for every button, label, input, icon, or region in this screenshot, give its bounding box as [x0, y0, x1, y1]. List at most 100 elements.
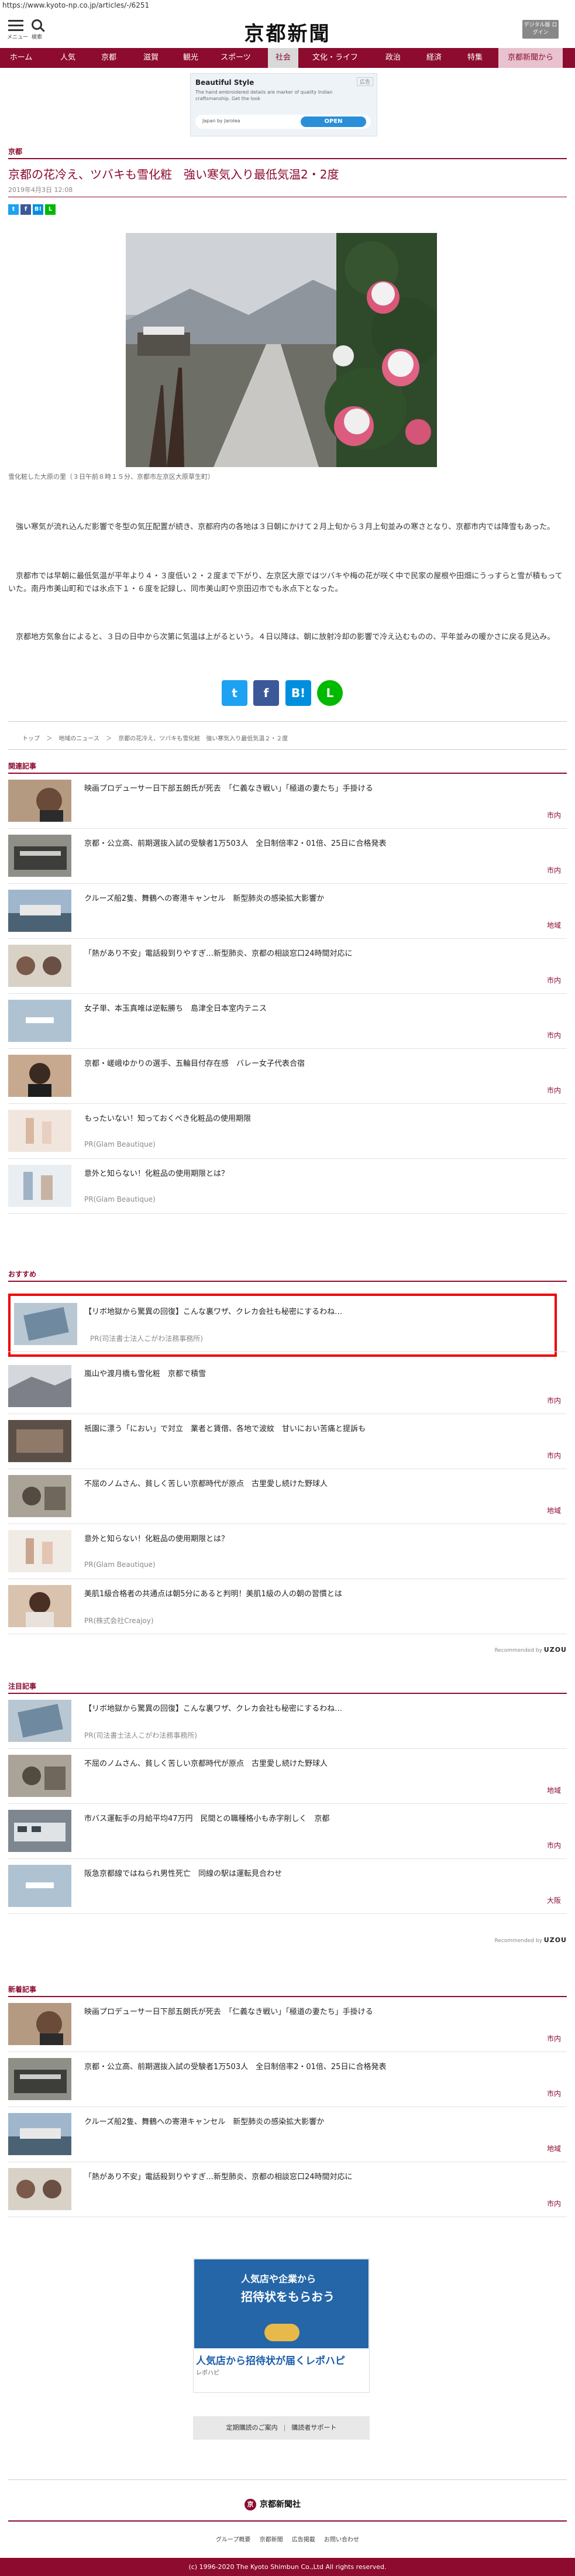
nav-tourism[interactable]: 観光 — [171, 48, 211, 68]
nav-shiga[interactable]: 滋賀 — [130, 48, 172, 68]
ad-cta-bar[interactable]: Japan by Jarolea OPEN — [195, 115, 371, 129]
attention-item[interactable]: 阪急京都線ではねられ男性死亡 同線の駅は運転見合わせ 大阪 — [8, 1859, 567, 1914]
support-link[interactable]: 購読者サポート — [291, 2424, 336, 2431]
recommend-item[interactable]: 【リボ地獄から驚異の回復】こんな裏ワザ、クレカ会社も秘密にするわね… PR(司法… — [8, 1297, 567, 1352]
nav-home[interactable]: ホーム — [0, 48, 42, 68]
recommend-item[interactable]: 祇園に漂う「におい」で対立 業者と賃借、各地で波紋 甘いにおい苦痛と提訴も 市内 — [8, 1414, 567, 1469]
article-link[interactable]: 不屈のノムさん、貧しく苦しい京都時代が原点 古里愛し続けた野球人 — [84, 1757, 552, 1768]
thumbnail — [8, 1530, 71, 1572]
article-photo — [126, 233, 437, 467]
recommended-by-label: Recommended by — [494, 1648, 542, 1654]
article-link[interactable]: もったいない！知っておくべき化粧品の使用期限 — [84, 1112, 552, 1123]
latest-item[interactable]: クルーズ船2隻、舞鶴への寄港キャンセル 新型肺炎の感染拡大影響か 地域 — [8, 2107, 567, 2162]
ad-open-button[interactable]: OPEN — [301, 116, 366, 127]
share-twitter-icon[interactable]: t — [8, 204, 19, 215]
article-link[interactable]: クルーズ船2隻、舞鶴への寄港キャンセル 新型肺炎の感染拡大影響か — [84, 892, 552, 903]
area-tag: 市内 — [546, 1031, 561, 1040]
nav-society[interactable]: 社会 — [268, 48, 298, 68]
article-link[interactable]: 「熱があり不安」電話殺到りやすぎ…新型肺炎、京都の相談窓口24時間対応に — [84, 947, 552, 958]
article-link[interactable]: 意外と知らない！化粧品の使用期限とは？ — [84, 1167, 552, 1178]
recommend-item[interactable]: 意外と知らない！化粧品の使用期限とは？ PR(Glam Beautique) — [8, 1524, 567, 1579]
latest-item[interactable]: 京都・公立高、前期選抜入試の受験者1万503人 全日制倍率2・01倍、25日に合… — [8, 2052, 567, 2107]
latest-item[interactable]: 映画プロデューサー日下部五朗氏が死去 「仁義なき戦い」「極道の妻たち」手掛ける … — [8, 1997, 567, 2052]
nav-culture[interactable]: 文化・ライフ — [303, 48, 367, 68]
share-hatena-icon[interactable]: B! — [33, 204, 43, 215]
article-link[interactable]: 「熱があり不安」電話殺到りやすぎ…新型肺炎、京都の相談窓口24時間対応に — [84, 2170, 552, 2181]
area-tag: 市内 — [546, 1841, 561, 1850]
bottom-ad-banner[interactable]: 人気店や企業から 招待状をもらおう 人気店から招待状が届くレポハピ レポハピ — [193, 2258, 370, 2393]
article-link[interactable]: 祇園に漂う「におい」で対立 業者と賃借、各地で波紋 甘いにおい苦痛と提訴も — [84, 1422, 552, 1433]
share-twitter-button[interactable]: t — [222, 680, 247, 706]
article-link[interactable]: 嵐山や渡月橋も雪化粧 京都で積雪 — [84, 1367, 552, 1378]
ad-headline[interactable]: 人気店から招待状が届くレポハピ — [196, 2352, 345, 2367]
section-heading-attention: 注目記事 — [8, 1682, 37, 1690]
footer-link[interactable]: 広告掲載 — [292, 2537, 315, 2543]
thumbnail — [8, 890, 71, 932]
breadcrumb-top[interactable]: トップ — [22, 736, 40, 742]
divider — [8, 158, 567, 159]
recommend-item[interactable]: 不屈のノムさん、貧しく苦しい京都時代が原点 古里愛し続けた野球人 地域 — [8, 1469, 567, 1524]
subscription-link[interactable]: 定期購読のご案内 — [226, 2424, 278, 2431]
nav-popular[interactable]: 人気 — [48, 48, 88, 68]
article-link[interactable]: 意外と知らない！化粧品の使用期限とは？ — [84, 1532, 552, 1543]
article-link[interactable]: 美肌1級合格者の共通点は朝5分にあると判明！美肌1級の人の朝の習慣とは — [84, 1587, 552, 1599]
article-link[interactable]: 市バス運転手の月給平均47万円 民間との職種格小も赤字削しく 京都 — [84, 1812, 552, 1823]
article-link[interactable]: 【リボ地獄から驚異の回復】こんな裏ワザ、クレカ会社も秘密にするわね… — [84, 1702, 552, 1713]
menu-icon[interactable] — [8, 20, 23, 34]
related-item[interactable]: 京都・公立高、前期選抜入試の受験者1万503人 全日制倍率2・01倍、25日に合… — [8, 829, 567, 884]
article-link[interactable]: 不屈のノムさん、貧しく苦しい京都時代が原点 古里愛し続けた野球人 — [84, 1477, 552, 1488]
menu-label: メニュー — [7, 35, 29, 40]
nav-politics[interactable]: 政治 — [378, 48, 408, 68]
digital-login-button[interactable]: デジタル版 ログイン — [522, 20, 559, 39]
article-link[interactable]: 女子単、本玉真唯は逆転勝ち 島津全日本室内テニス — [84, 1002, 552, 1013]
recommend-item[interactable]: 嵐山や渡月橋も雪化粧 京都で積雪 市内 — [8, 1359, 567, 1414]
recommend-item[interactable]: 美肌1級合格者の共通点は朝5分にあると判明！美肌1級の人の朝の習慣とは PR(株… — [8, 1579, 567, 1634]
related-item[interactable]: 映画プロデューサー日下部五朗氏が死去 「仁義なき戦い」「極道の妻たち」手掛ける … — [8, 774, 567, 829]
nav-features[interactable]: 特集 — [457, 48, 493, 68]
related-item[interactable]: クルーズ船2隻、舞鶴への寄港キャンセル 新型肺炎の感染拡大影響か 地域 — [8, 884, 567, 939]
pr-label: PR(Glam Beautique) — [84, 1195, 156, 1203]
share-line-icon[interactable]: L — [45, 204, 56, 215]
thumbnail — [8, 1365, 71, 1407]
area-tag: 地域 — [546, 921, 561, 929]
recommended-by[interactable]: Recommended by UZOU — [494, 1646, 567, 1654]
nav-from-kyoto-np[interactable]: 京都新聞から — [498, 48, 563, 68]
share-line-button[interactable]: L — [317, 680, 343, 706]
thumbnail — [8, 945, 71, 987]
top-ad-banner[interactable]: 広告 Beautiful Style The hand embroidered … — [190, 73, 377, 136]
article-link[interactable]: 京都・公立高、前期選抜入試の受験者1万503人 全日制倍率2・01倍、25日に合… — [84, 2060, 552, 2071]
article-link[interactable]: クルーズ船2隻、舞鶴への寄港キャンセル 新型肺炎の感染拡大影響か — [84, 2115, 552, 2126]
related-item[interactable]: 意外と知らない！化粧品の使用期限とは？ PR(Glam Beautique) — [8, 1159, 567, 1214]
share-facebook-button[interactable]: f — [253, 680, 279, 706]
share-facebook-icon[interactable]: f — [20, 204, 31, 215]
ad-title: Beautiful Style — [195, 78, 254, 87]
nav-kyoto[interactable]: 京都 — [89, 48, 129, 68]
breadcrumb-sep: ＞ — [106, 736, 112, 742]
breadcrumb-local-news[interactable]: 地域のニュース — [58, 736, 99, 742]
footer-link[interactable]: お問い合わせ — [324, 2537, 359, 2543]
latest-item[interactable]: 「熱があり不安」電話殺到りやすぎ…新型肺炎、京都の相談窓口24時間対応に 市内 — [8, 2162, 567, 2217]
ad-line: 招待状をもらおう — [241, 2290, 335, 2304]
related-item[interactable]: 女子単、本玉真唯は逆転勝ち 島津全日本室内テニス 市内 — [8, 994, 567, 1049]
related-item[interactable]: 京都・嵯峨ゆかりの選手、五輪目付存在感 バレー女子代表合宿 市内 — [8, 1049, 567, 1104]
attention-item[interactable]: 不屈のノムさん、貧しく苦しい京都時代が原点 古里愛し続けた野球人 地域 — [8, 1749, 567, 1804]
article-link[interactable]: 映画プロデューサー日下部五朗氏が死去 「仁義なき戦い」「極道の妻たち」手掛ける — [84, 782, 552, 793]
attention-item[interactable]: 市バス運転手の月給平均47万円 民間との職種格小も赤字削しく 京都 市内 — [8, 1804, 567, 1859]
related-item[interactable]: もったいない！知っておくべき化粧品の使用期限 PR(Glam Beautique… — [8, 1104, 567, 1159]
related-item[interactable]: 「熱があり不安」電話殺到りやすぎ…新型肺炎、京都の相談窓口24時間対応に 市内 — [8, 939, 567, 994]
attention-item[interactable]: 【リボ地獄から驚異の回復】こんな裏ワザ、クレカ会社も秘密にするわね… PR(司法… — [8, 1694, 567, 1749]
footer-link[interactable]: 京都新聞 — [260, 2537, 283, 2543]
footer-link[interactable]: グループ概要 — [216, 2537, 250, 2543]
article-link[interactable]: 京都・公立高、前期選抜入試の受験者1万503人 全日制倍率2・01倍、25日に合… — [84, 837, 552, 848]
footer-logo[interactable]: 京京都新聞社 — [245, 2498, 301, 2510]
article-link[interactable]: 京都・嵯峨ゆかりの選手、五輪目付存在感 バレー女子代表合宿 — [84, 1057, 552, 1068]
nav-economy[interactable]: 経済 — [416, 48, 452, 68]
pr-label: PR(司法書士法人こがわ法務事務所) — [90, 1335, 203, 1343]
share-hatena-button[interactable]: B! — [285, 680, 311, 706]
article-link[interactable]: 映画プロデューサー日下部五朗氏が死去 「仁義なき戦い」「極道の妻たち」手掛ける — [84, 2005, 552, 2016]
recommended-by[interactable]: Recommended by UZOU — [494, 1936, 567, 1944]
site-logo[interactable]: 京都新聞 — [234, 18, 341, 46]
article-link[interactable]: 阪急京都線ではねられ男性死亡 同線の駅は運転見合わせ — [84, 1867, 552, 1878]
nav-sports[interactable]: スポーツ — [209, 48, 262, 68]
article-link[interactable]: 【リボ地獄から驚異の回復】こんな裏ワザ、クレカ会社も秘密にするわね… — [84, 1305, 552, 1316]
